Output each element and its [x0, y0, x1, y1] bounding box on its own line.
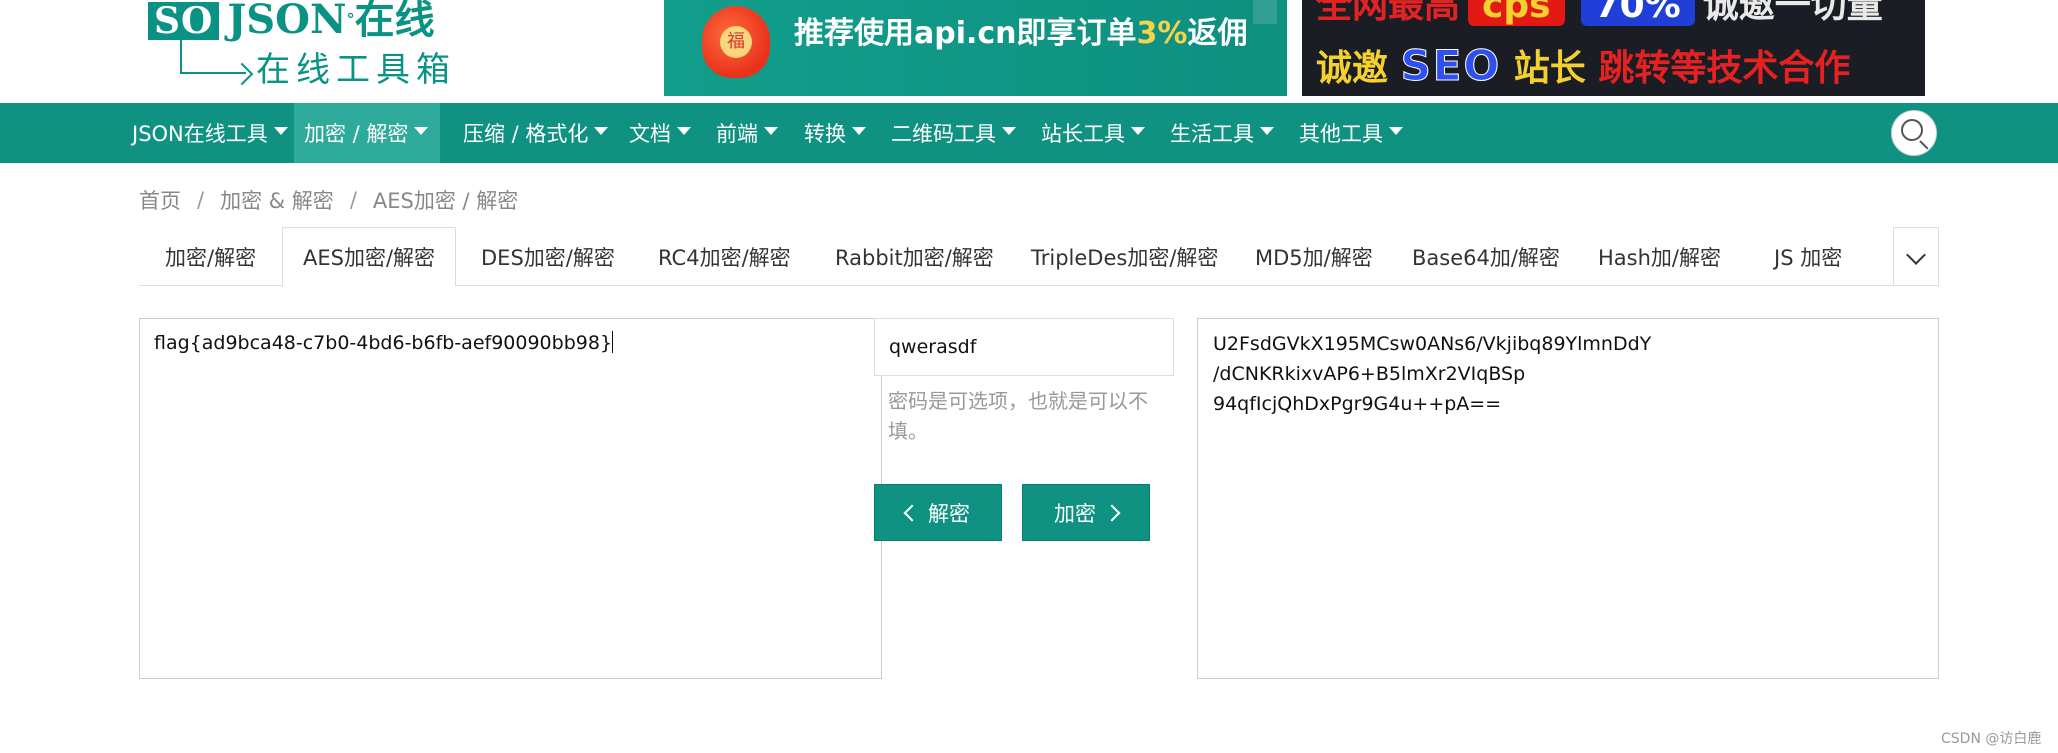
caret-down-icon — [1002, 127, 1016, 135]
tab-des[interactable]: DES加密/解密 — [461, 227, 635, 286]
ad-decoration — [1253, 0, 1277, 24]
caret-down-icon — [1389, 127, 1403, 135]
tab-rc4[interactable]: RC4加密/解密 — [638, 227, 811, 286]
ad-banner-seo-row2: 诚邀 SEO 站长 跳转等技术合作 — [1316, 41, 1851, 90]
caret-down-icon — [852, 127, 866, 135]
chevron-down-icon — [1906, 245, 1926, 265]
decrypt-button[interactable]: 解密 — [874, 484, 1002, 541]
caret-down-icon — [1131, 127, 1145, 135]
encrypt-button[interactable]: 加密 — [1022, 484, 1150, 541]
output-line: U2FsdGVkX195MCsw0ANs6/Vkjibq89YlmnDdY — [1213, 333, 1652, 355]
tab-rabbit[interactable]: Rabbit加密/解密 — [815, 227, 1014, 286]
tab-tripledes[interactable]: TripleDes加密/解密 — [1011, 227, 1238, 286]
nav-item-qrcode[interactable]: 二维码工具 — [881, 103, 1026, 163]
breadcrumb-separator: / — [197, 188, 205, 212]
nav-item-webmaster[interactable]: 站长工具 — [1031, 103, 1155, 163]
nav-item-docs[interactable]: 文档 — [619, 103, 701, 163]
tab-hash[interactable]: Hash加/解密 — [1578, 227, 1741, 286]
tab-js-encrypt[interactable]: JS 加密 — [1754, 227, 1862, 286]
logo-subtitle: 在线工具箱 — [256, 50, 456, 90]
tab-base64[interactable]: Base64加/解密 — [1392, 227, 1580, 286]
nav-item-convert[interactable]: 转换 — [794, 103, 876, 163]
tabs-more-button[interactable] — [1893, 227, 1939, 286]
tool-tabs: 加密/解密 AES加密/解密 DES加密/解密 RC4加密/解密 Rabbit加… — [139, 227, 1939, 287]
nav-item-life[interactable]: 生活工具 — [1160, 103, 1284, 163]
tab-encrypt-decrypt[interactable]: 加密/解密 — [145, 227, 276, 286]
nav-item-json-tools[interactable]: JSON在线工具 — [122, 103, 298, 163]
nav-item-other[interactable]: 其他工具 — [1289, 103, 1413, 163]
breadcrumb-separator: / — [349, 188, 357, 212]
csdn-watermark: CSDN @访白鹿 — [1941, 731, 2042, 747]
caret-down-icon — [273, 127, 288, 135]
breadcrumb: 首页 / 加密 & 解密 / AES加密 / 解密 — [139, 185, 518, 215]
main-nav: JSON在线工具 加密 / 解密 压缩 / 格式化 文档 前端 转换 二维码工具… — [0, 103, 2058, 163]
chevron-left-icon — [903, 504, 921, 521]
ad-banner-api-text: 推荐使用api.cn即享订单3%返佣 — [794, 16, 1248, 51]
ad-banner-seo[interactable]: 全网最高 cps 70% 诚邀一切量 诚邀 SEO 站长 跳转等技术合作 — [1302, 0, 1925, 96]
caret-down-icon — [764, 127, 778, 135]
tab-md5[interactable]: MD5加/解密 — [1235, 227, 1393, 286]
nav-item-encrypt[interactable]: 加密 / 解密 — [294, 103, 440, 163]
chevron-right-icon — [1103, 504, 1121, 521]
search-icon-handle — [1919, 140, 1929, 150]
lucky-bag-icon: 福 — [702, 6, 770, 78]
nav-item-compress-format[interactable]: 压缩 / 格式化 — [453, 103, 618, 163]
password-hint: 密码是可选项，也就是可以不填。 — [888, 389, 1148, 443]
site-header: SO JSON°在线 在线工具箱 福 推荐使用api.cn即享订单3%返佣 全网… — [0, 0, 2058, 103]
caret-down-icon — [414, 127, 429, 135]
nav-item-frontend[interactable]: 前端 — [706, 103, 788, 163]
output-line: 94qfIcjQhDxPgr9G4u++pA== — [1213, 393, 1502, 415]
site-logo[interactable]: SO JSON°在线 在线工具箱 — [148, 0, 458, 90]
logo-json: JSON°在线 — [227, 0, 435, 43]
breadcrumb-encrypt[interactable]: 加密 & 解密 — [220, 185, 334, 215]
output-line: /dCNKRkixvAP6+B5lmXr2VIqBSp — [1213, 363, 1526, 385]
breadcrumb-home[interactable]: 首页 — [139, 185, 181, 215]
ad-banner-api[interactable]: 福 推荐使用api.cn即享订单3%返佣 — [664, 0, 1287, 96]
ciphertext-output[interactable]: U2FsdGVkX195MCsw0ANs6/Vkjibq89YlmnDdY /d… — [1197, 318, 1939, 679]
caret-down-icon — [677, 127, 691, 135]
tab-aes[interactable]: AES加密/解密 — [282, 227, 457, 287]
caret-down-icon — [594, 127, 609, 135]
breadcrumb-current: AES加密 / 解密 — [372, 189, 519, 213]
search-button[interactable] — [1891, 110, 1937, 156]
plaintext-input[interactable]: flag{ad9bca48-c7b0-4bd6-b6fb-aef90090bb9… — [139, 318, 882, 679]
search-icon — [1901, 119, 1923, 141]
text-cursor — [612, 331, 614, 353]
caret-down-icon — [1260, 127, 1274, 135]
password-input[interactable]: qwerasdf — [874, 318, 1174, 376]
ad-banner-seo-row1: 全网最高 cps 70% 诚邀一切量 — [1316, 0, 1883, 26]
